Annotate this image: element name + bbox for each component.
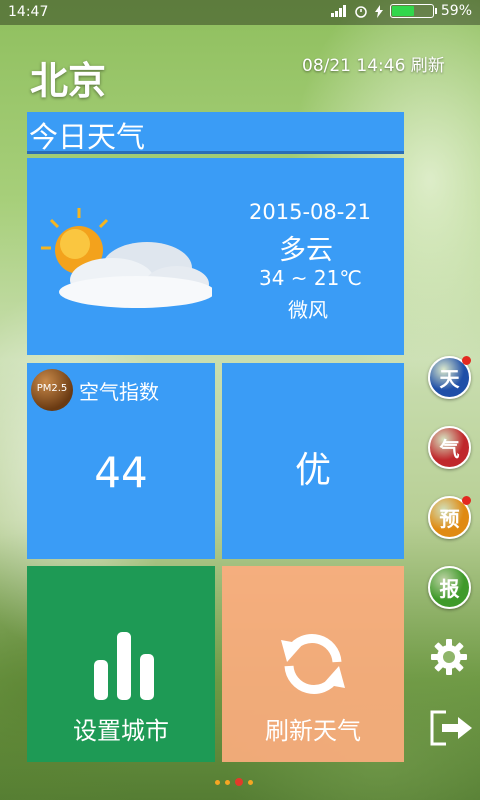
air-quality-level: 优 bbox=[294, 450, 331, 491]
side-menu-label: 报 bbox=[439, 577, 460, 601]
weather-temperature: 34 ~ 21℃ bbox=[259, 266, 362, 290]
bar-chart-icon bbox=[94, 632, 154, 700]
battery-fill bbox=[391, 6, 415, 16]
status-time: 14:47 bbox=[8, 4, 49, 20]
refresh-weather-button[interactable]: 刷新天气 bbox=[222, 566, 404, 762]
side-menu-label: 预 bbox=[439, 507, 460, 531]
refresh-weather-label: 刷新天气 bbox=[265, 717, 361, 745]
page-dot bbox=[215, 779, 220, 785]
today-weather-card[interactable]: 2015-08-21 多云 34 ~ 21℃ 微风 bbox=[27, 158, 404, 355]
today-weather-header: 今日天气 bbox=[27, 112, 404, 154]
update-time[interactable]: 08/21 14:46 刷新 bbox=[302, 51, 445, 76]
charging-icon bbox=[374, 4, 383, 18]
pm25-icon: PM2.5 bbox=[31, 369, 73, 411]
notification-dot bbox=[462, 496, 471, 505]
weather-wind: 微风 bbox=[288, 298, 328, 322]
page-dot bbox=[235, 778, 243, 786]
signal-icon bbox=[330, 5, 346, 17]
refresh-icon bbox=[281, 634, 345, 694]
status-bar: 14:47 59% bbox=[0, 0, 480, 25]
status-icons: 59% bbox=[330, 3, 472, 19]
city-name[interactable]: 北京 bbox=[30, 50, 106, 105]
gear-icon[interactable] bbox=[430, 638, 468, 676]
pm25-badge-text: PM2.5 bbox=[36, 383, 68, 394]
page-dot bbox=[248, 779, 253, 785]
weather-date: 2015-08-21 bbox=[249, 200, 372, 224]
air-index-value: 44 bbox=[94, 448, 148, 497]
page-indicator bbox=[215, 778, 253, 786]
side-menu-item-tian[interactable]: 天 bbox=[428, 356, 471, 399]
side-menu-item-bao[interactable]: 报 bbox=[428, 566, 471, 609]
set-city-label: 设置城市 bbox=[73, 717, 169, 745]
set-city-button[interactable]: 设置城市 bbox=[27, 566, 215, 762]
side-menu-label: 天 bbox=[439, 367, 460, 391]
air-index-label: 空气指数 bbox=[79, 380, 159, 404]
page-dot bbox=[225, 779, 230, 785]
side-menu-label: 气 bbox=[439, 437, 460, 461]
side-menu-item-yu[interactable]: 预 bbox=[428, 496, 471, 539]
battery-icon bbox=[389, 4, 437, 18]
partly-cloudy-icon bbox=[41, 208, 212, 308]
exit-icon[interactable] bbox=[430, 710, 474, 746]
air-index-tile[interactable]: PM2.5 空气指数 44 bbox=[27, 363, 215, 559]
alarm-icon bbox=[355, 6, 367, 18]
today-weather-title: 今日天气 bbox=[29, 120, 146, 154]
air-quality-tile[interactable]: 优 bbox=[222, 363, 404, 559]
battery-percent: 59% bbox=[440, 3, 472, 19]
side-menu-item-qi[interactable]: 气 bbox=[428, 426, 471, 469]
weather-condition: 多云 bbox=[279, 235, 333, 266]
notification-dot bbox=[462, 356, 471, 365]
